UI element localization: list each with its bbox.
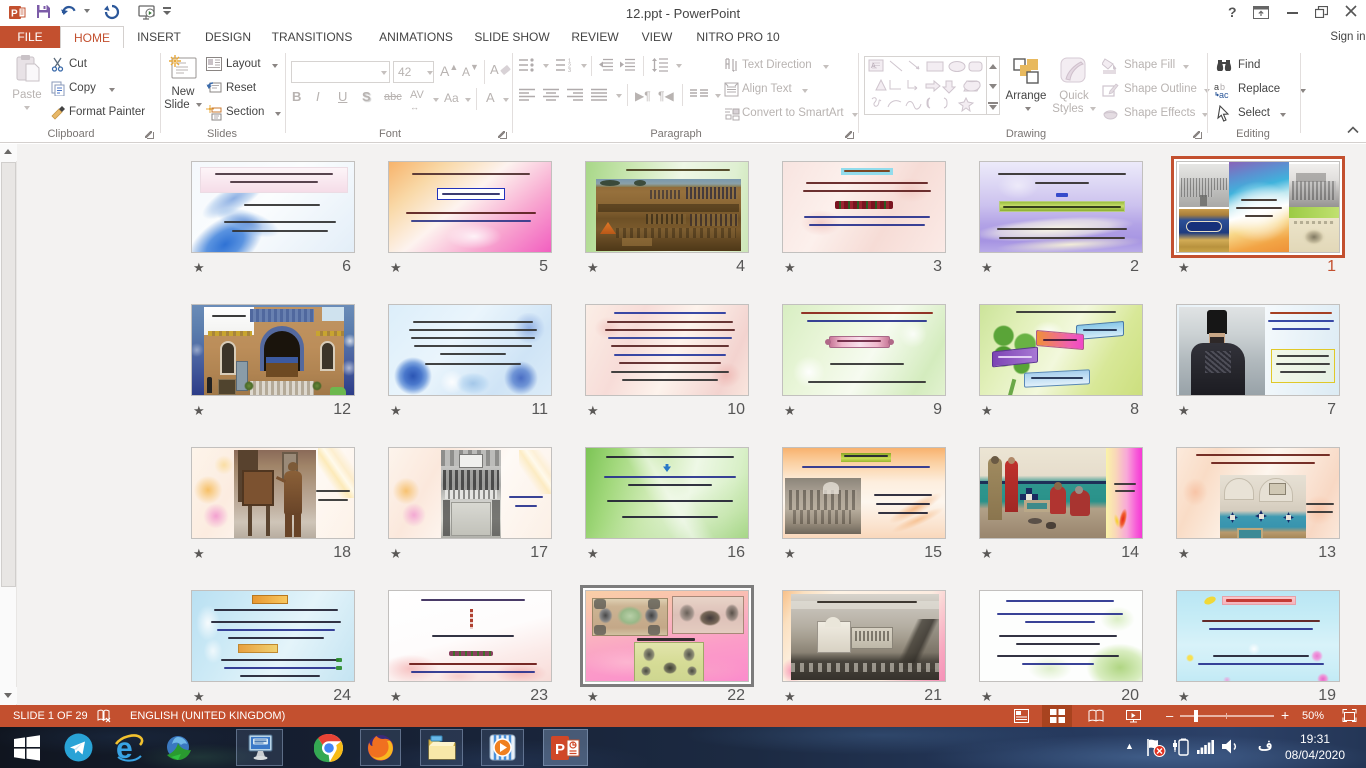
svg-text:P: P [555, 741, 565, 758]
svg-text:3: 3 [568, 68, 571, 72]
svg-text:A: A [871, 63, 876, 70]
svg-text:ac: ac [1219, 90, 1229, 99]
